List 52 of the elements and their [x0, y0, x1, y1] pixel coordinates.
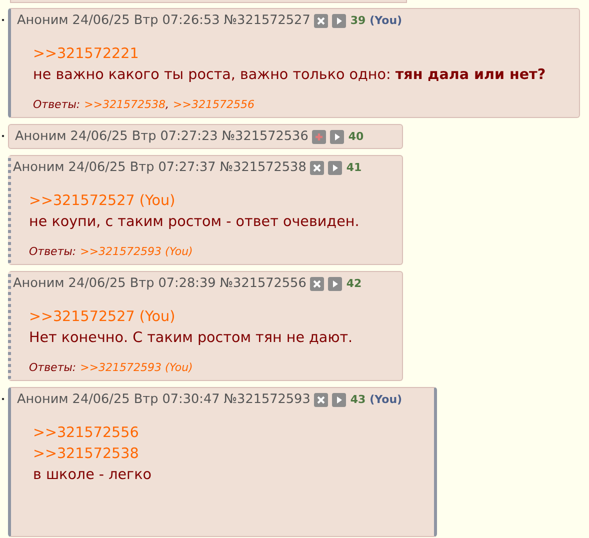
separator: ,	[166, 98, 170, 111]
quote-link[interactable]: >>321572221	[33, 44, 139, 65]
poster-name: Аноним	[17, 13, 68, 28]
post-count: 42	[346, 277, 362, 290]
replies-label: Ответы:	[33, 98, 80, 111]
play-icon[interactable]	[330, 130, 344, 144]
close-icon[interactable]	[310, 276, 324, 290]
post-text: не важно какого ты роста, важно только одно: тян дала или нет?	[33, 66, 546, 85]
close-icon[interactable]	[314, 14, 328, 28]
play-icon[interactable]	[332, 392, 346, 406]
quote-link[interactable]: >>321572538	[33, 444, 139, 465]
quote-link[interactable]: >>321572527 (You)	[29, 191, 176, 212]
play-icon[interactable]	[332, 14, 346, 28]
reply-link[interactable]: >>321572593 (You)	[80, 361, 193, 374]
post-number[interactable]: №321572556	[220, 276, 306, 291]
post-number[interactable]: №321572538	[220, 160, 306, 175]
post-date: 24/06/25 Втр 07:27:37	[68, 160, 216, 175]
post-number[interactable]: №321572593	[224, 392, 310, 407]
poster-name: Аноним	[17, 392, 68, 407]
post-text: не коупи, с таким ростом - ответ очевиден.	[29, 213, 360, 232]
post-date: 24/06/25 Втр 07:26:53	[72, 13, 220, 28]
post-number[interactable]: №321572527	[224, 13, 310, 28]
close-icon[interactable]	[310, 160, 324, 174]
you-label: (You)	[370, 393, 402, 406]
quote-link[interactable]: >>321572556	[33, 423, 139, 444]
post-marker	[2, 398, 4, 400]
post-marker	[2, 19, 4, 21]
replies-label: Ответы:	[29, 245, 76, 258]
plus-icon[interactable]	[312, 130, 326, 144]
post-text: в школе - легко	[33, 466, 152, 485]
post-text: Нет конечно. С таким ростом тян не дают.	[29, 329, 353, 348]
poster-name: Аноним	[15, 129, 66, 144]
close-icon[interactable]	[314, 392, 328, 406]
reply-link[interactable]: >>321572538	[84, 98, 166, 111]
play-icon[interactable]	[328, 160, 342, 174]
reply-link[interactable]: >>321572593 (You)	[80, 245, 193, 258]
post-number[interactable]: №321572536	[222, 129, 308, 144]
reply-link[interactable]: >>321572556	[173, 98, 254, 111]
post-marker	[2, 135, 4, 137]
post-count: 39	[350, 14, 366, 27]
post-count: 41	[346, 161, 362, 174]
post-count: 40	[348, 130, 364, 143]
post-date: 24/06/25 Втр 07:27:23	[70, 129, 218, 144]
replies-label: Ответы:	[29, 361, 76, 374]
post-date: 24/06/25 Втр 07:30:47	[72, 392, 220, 407]
poster-name: Аноним	[13, 276, 64, 291]
play-icon[interactable]	[328, 276, 342, 290]
you-label: (You)	[370, 14, 402, 27]
quote-link[interactable]: >>321572527 (You)	[29, 307, 176, 328]
post-count: 43	[350, 393, 366, 406]
poster-name: Аноним	[13, 160, 64, 175]
post-date: 24/06/25 Втр 07:28:39	[68, 276, 216, 291]
